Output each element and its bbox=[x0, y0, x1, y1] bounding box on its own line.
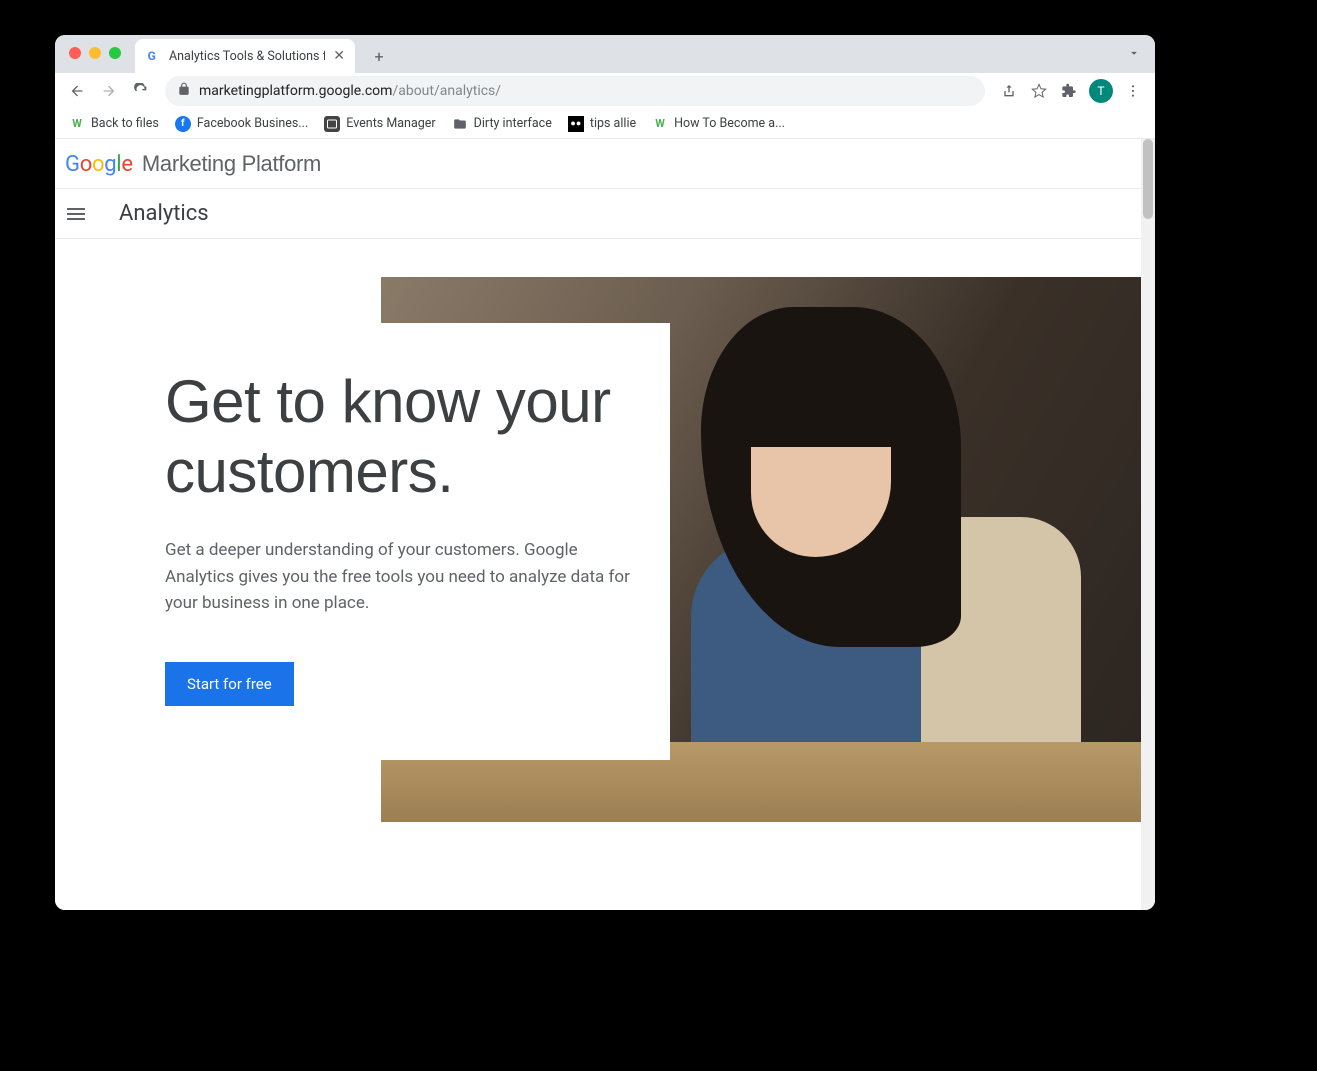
close-window-button[interactable] bbox=[69, 47, 81, 59]
bookmark-label: Dirty interface bbox=[474, 116, 552, 131]
section-title: Analytics bbox=[119, 201, 209, 226]
avatar-initial: T bbox=[1097, 84, 1104, 98]
tabs-dropdown-button[interactable] bbox=[1119, 42, 1149, 68]
url-host: marketingplatform.google.com bbox=[199, 83, 392, 99]
maximize-window-button[interactable] bbox=[109, 47, 121, 59]
back-button[interactable] bbox=[63, 77, 91, 105]
address-bar[interactable]: marketingplatform.google.com/about/analy… bbox=[165, 76, 985, 106]
bookmark-label: Back to files bbox=[91, 116, 159, 131]
hero-text-card: Get to know your customers. Get a deeper… bbox=[165, 323, 670, 760]
bookmark-label: tips allie bbox=[590, 116, 636, 131]
chrome-menu-button[interactable] bbox=[1119, 77, 1147, 105]
google-logo[interactable]: Google Marketing Platform bbox=[65, 151, 321, 177]
gmp-brand-suffix: Marketing Platform bbox=[142, 151, 321, 176]
analytics-nav-bar: Analytics bbox=[55, 189, 1155, 239]
url-text: marketingplatform.google.com/about/analy… bbox=[199, 83, 501, 99]
reload-button[interactable] bbox=[127, 77, 155, 105]
bookmark-item-0[interactable]: WBack to files bbox=[63, 112, 165, 136]
bookmark-label: Events Manager bbox=[346, 116, 435, 131]
url-path: /about/analytics/ bbox=[392, 83, 501, 99]
new-tab-button[interactable]: + bbox=[365, 42, 393, 70]
forward-button[interactable] bbox=[95, 77, 123, 105]
tab-strip: G Analytics Tools & Solutions for ✕ + bbox=[55, 35, 1155, 73]
bookmark-item-1[interactable]: fFacebook Busines... bbox=[169, 112, 314, 136]
bookmark-item-2[interactable]: Events Manager bbox=[318, 112, 441, 136]
tab-favicon-icon: G bbox=[145, 48, 161, 64]
hero-subhead: Get a deeper understanding of your custo… bbox=[165, 537, 630, 616]
bookmark-label: Facebook Busines... bbox=[197, 116, 308, 131]
browser-tab[interactable]: G Analytics Tools & Solutions for ✕ bbox=[135, 39, 355, 73]
bookmark-label: How To Become a... bbox=[674, 116, 785, 131]
svg-text:G: G bbox=[148, 49, 156, 63]
hero-section: Get to know your customers. Get a deeper… bbox=[55, 239, 1155, 718]
bookmark-item-3[interactable]: Dirty interface bbox=[446, 112, 558, 136]
extensions-button[interactable] bbox=[1055, 77, 1083, 105]
close-tab-button[interactable]: ✕ bbox=[333, 48, 345, 64]
bookmark-star-button[interactable] bbox=[1025, 77, 1053, 105]
scrollbar-thumb[interactable] bbox=[1143, 139, 1153, 219]
bookmark-item-5[interactable]: WHow To Become a... bbox=[646, 112, 791, 136]
hero-headline: Get to know your customers. bbox=[165, 367, 670, 507]
hamburger-menu-button[interactable] bbox=[67, 205, 85, 223]
tab-title: Analytics Tools & Solutions for bbox=[169, 49, 325, 64]
lock-icon bbox=[177, 82, 191, 100]
start-for-free-button[interactable]: Start for free bbox=[165, 662, 294, 706]
minimize-window-button[interactable] bbox=[89, 47, 101, 59]
bookmarks-bar: WBack to filesfFacebook Busines... Events… bbox=[55, 109, 1155, 139]
window-controls bbox=[69, 47, 121, 59]
toolbar-right: T bbox=[995, 77, 1147, 105]
browser-window: G Analytics Tools & Solutions for ✕ + ma… bbox=[55, 35, 1155, 910]
bookmark-item-4[interactable]: ●●tips allie bbox=[562, 112, 642, 136]
gmp-header: Google Marketing Platform bbox=[55, 139, 1155, 189]
page-content: Google Marketing Platform Analytics bbox=[55, 139, 1155, 910]
profile-avatar[interactable]: T bbox=[1089, 79, 1113, 103]
share-button[interactable] bbox=[995, 77, 1023, 105]
browser-toolbar: marketingplatform.google.com/about/analy… bbox=[55, 73, 1155, 109]
